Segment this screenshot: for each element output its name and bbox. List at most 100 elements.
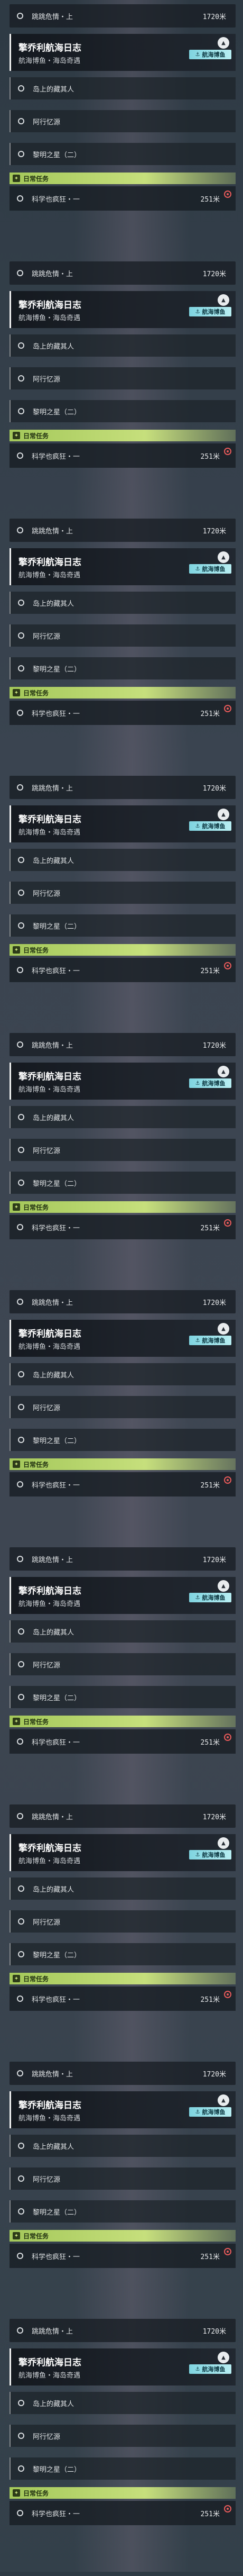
quest-chain-header[interactable]: 擎乔利航海日志 航海博鱼・海岛奇遇 ▲ ⚓ 航海博鱼	[10, 805, 236, 842]
daily-task-header[interactable]: ✦ 日常任务	[10, 430, 236, 441]
subtask-row[interactable]: 黎明之星（二）	[10, 400, 236, 422]
subtask-row[interactable]: 阿行忆源	[10, 1910, 236, 1933]
chevron-up-icon[interactable]: ▲	[218, 1837, 229, 1849]
tracked-quest-row[interactable]: 跳跳危情・上 1720米	[10, 776, 236, 799]
map-marker-icon[interactable]	[224, 1219, 231, 1227]
daily-task-row[interactable]: 科学也疯狂・一 251米	[10, 443, 236, 468]
map-marker-icon[interactable]	[224, 2248, 231, 2255]
daily-task-header[interactable]: ✦ 日常任务	[10, 1458, 236, 1470]
subtask-label: 黎明之星（二）	[33, 408, 81, 416]
subtask-row[interactable]: 岛上的藏其人	[10, 2135, 236, 2157]
subtask-row[interactable]: 岛上的藏其人	[10, 1620, 236, 1643]
daily-task-row[interactable]: 科学也疯狂・一 251米	[10, 1472, 236, 1496]
chevron-up-icon[interactable]: ▲	[218, 551, 229, 563]
subtask-row[interactable]: 黎明之星（二）	[10, 914, 236, 937]
quest-distance: 1720米	[202, 1813, 226, 1821]
subtask-row[interactable]: 岛上的藏其人	[10, 77, 236, 99]
map-marker-icon[interactable]	[224, 1734, 231, 1741]
subtask-row[interactable]: 岛上的藏其人	[10, 334, 236, 357]
quest-chain-header[interactable]: 擎乔利航海日志 航海博鱼・海岛奇遇 ▲ ⚓ 航海博鱼	[10, 1320, 236, 1357]
daily-task-header[interactable]: ✦ 日常任务	[10, 2230, 236, 2242]
daily-task-row[interactable]: 科学也疯狂・一 251米	[10, 958, 236, 982]
subtask-row[interactable]: 黎明之星（二）	[10, 1943, 236, 1965]
subtask-row[interactable]: 阿行忆源	[10, 1139, 236, 1161]
map-marker-icon[interactable]	[224, 448, 231, 455]
daily-status-circle-icon	[17, 1224, 23, 1230]
daily-task-header[interactable]: ✦ 日常任务	[10, 944, 236, 956]
tracked-quest-row[interactable]: 跳跳危情・上 1720米	[10, 261, 236, 285]
daily-task-row[interactable]: 科学也疯狂・一 251米	[10, 1215, 236, 1239]
subtask-row[interactable]: 岛上的藏其人	[10, 592, 236, 614]
subtask-row[interactable]: 黎明之星（二）	[10, 1429, 236, 1451]
subtask-row[interactable]: 阿行忆源	[10, 2167, 236, 2190]
subtask-row[interactable]: 黎明之星（二）	[10, 1686, 236, 1708]
tracked-quest-row[interactable]: 跳跳危情・上 1720米	[10, 519, 236, 542]
daily-task-row[interactable]: 科学也疯狂・一 251米	[10, 2501, 236, 2525]
subtask-row[interactable]: 岛上的藏其人	[10, 1363, 236, 1385]
daily-task-header[interactable]: ✦ 日常任务	[10, 2487, 236, 2499]
daily-task-row[interactable]: 科学也疯狂・一 251米	[10, 186, 236, 211]
tracked-quest-row[interactable]: 跳跳危情・上 1720米	[10, 1547, 236, 1571]
map-marker-icon[interactable]	[224, 1991, 231, 1998]
daily-task-row[interactable]: 科学也疯狂・一 251米	[10, 1729, 236, 1754]
map-marker-icon[interactable]	[224, 705, 231, 712]
subtask-row[interactable]: 阿行忆源	[10, 2425, 236, 2447]
map-marker-icon[interactable]	[224, 191, 231, 198]
quest-chain-header[interactable]: 擎乔利航海日志 航海博鱼・海岛奇遇 ▲ ⚓ 航海博鱼	[10, 1834, 236, 1871]
chevron-up-icon[interactable]: ▲	[218, 1580, 229, 1592]
subtask-row[interactable]: 阿行忆源	[10, 367, 236, 389]
chevron-up-icon[interactable]: ▲	[218, 1323, 229, 1335]
subtask-row[interactable]: 阿行忆源	[10, 1396, 236, 1418]
chevron-up-icon[interactable]: ▲	[218, 1066, 229, 1077]
daily-task-header[interactable]: ✦ 日常任务	[10, 687, 236, 699]
quest-chain-header[interactable]: 擎乔利航海日志 航海博鱼・海岛奇遇 ▲ ⚓ 航海博鱼	[10, 1063, 236, 1100]
subtask-status-circle-icon	[18, 1951, 24, 1957]
tracked-quest-row[interactable]: 跳跳危情・上 1720米	[10, 1290, 236, 1313]
subtask-row[interactable]: 阿行忆源	[10, 882, 236, 904]
quest-category-label: 航海博鱼	[202, 1080, 226, 1087]
quest-chain-header[interactable]: 擎乔利航海日志 航海博鱼・海岛奇遇 ▲ ⚓ 航海博鱼	[10, 291, 236, 328]
chevron-up-icon[interactable]: ▲	[218, 809, 229, 820]
subtask-row[interactable]: 黎明之星（二）	[10, 657, 236, 679]
chevron-up-icon[interactable]: ▲	[218, 37, 229, 49]
tracked-quest-row[interactable]: 跳跳危情・上 1720米	[10, 2319, 236, 2342]
quest-chain-header[interactable]: 擎乔利航海日志 航海博鱼・海岛奇遇 ▲ ⚓ 航海博鱼	[10, 2091, 236, 2128]
daily-task-header[interactable]: ✦ 日常任务	[10, 1201, 236, 1213]
subtask-row[interactable]: 黎明之星（二）	[10, 2457, 236, 2480]
subtask-row[interactable]: 黎明之星（二）	[10, 143, 236, 165]
quest-label: 跳跳危情・上	[32, 1299, 73, 1307]
subtask-row[interactable]: 阿行忆源	[10, 110, 236, 132]
chevron-up-icon[interactable]: ▲	[218, 2352, 229, 2363]
daily-task-header[interactable]: ✦ 日常任务	[10, 1716, 236, 1727]
tracked-quest-row[interactable]: 跳跳危情・上 1720米	[10, 2062, 236, 2085]
quest-chain-header[interactable]: 擎乔利航海日志 航海博鱼・海岛奇遇 ▲ ⚓ 航海博鱼	[10, 34, 236, 71]
subtask-row[interactable]: 岛上的藏其人	[10, 849, 236, 871]
daily-task-header[interactable]: ✦ 日常任务	[10, 1973, 236, 1984]
subtask-row[interactable]: 黎明之星（二）	[10, 1172, 236, 1194]
subtask-row[interactable]: 阿行忆源	[10, 1653, 236, 1675]
daily-task-header[interactable]: ✦ 日常任务	[10, 173, 236, 184]
subtask-row[interactable]: 黎明之星（二）	[10, 2200, 236, 2223]
map-marker-icon[interactable]	[224, 2505, 231, 2512]
tracked-quest-row[interactable]: 跳跳危情・上 1720米	[10, 1804, 236, 1828]
quest-chain-header[interactable]: 擎乔利航海日志 航海博鱼・海岛奇遇 ▲ ⚓ 航海博鱼	[10, 548, 236, 585]
subtask-row[interactable]: 岛上的藏其人	[10, 2392, 236, 2414]
ship-icon: ⚓	[195, 1080, 200, 1086]
map-marker-icon[interactable]	[224, 962, 231, 969]
quest-chain-header[interactable]: 擎乔利航海日志 航海博鱼・海岛奇遇 ▲ ⚓ 航海博鱼	[10, 1577, 236, 1614]
chevron-up-icon[interactable]: ▲	[218, 294, 229, 306]
subtask-row[interactable]: 阿行忆源	[10, 624, 236, 647]
daily-task-row[interactable]: 科学也疯狂・一 251米	[10, 2244, 236, 2268]
subtask-row[interactable]: 岛上的藏其人	[10, 1106, 236, 1128]
daily-task-row[interactable]: 科学也疯狂・一 251米	[10, 1987, 236, 2011]
map-marker-icon[interactable]	[224, 1476, 231, 1484]
tracked-quest-row[interactable]: 跳跳危情・上 1720米	[10, 1033, 236, 1056]
quest-block: 跳跳危情・上 1720米 擎乔利航海日志 航海博鱼・海岛奇遇 ▲ ⚓ 航海博鱼 …	[10, 1547, 236, 1804]
ship-icon: ⚓	[195, 1594, 200, 1601]
quest-chain-header[interactable]: 擎乔利航海日志 航海博鱼・海岛奇遇 ▲ ⚓ 航海博鱼	[10, 2348, 236, 2385]
tracked-quest-row[interactable]: 跳跳危情・上 1720米	[10, 4, 236, 28]
quest-chain-title: 擎乔利航海日志	[18, 300, 81, 311]
subtask-row[interactable]: 岛上的藏其人	[10, 1877, 236, 1900]
daily-task-row[interactable]: 科学也疯狂・一 251米	[10, 701, 236, 725]
chevron-up-icon[interactable]: ▲	[218, 2094, 229, 2106]
